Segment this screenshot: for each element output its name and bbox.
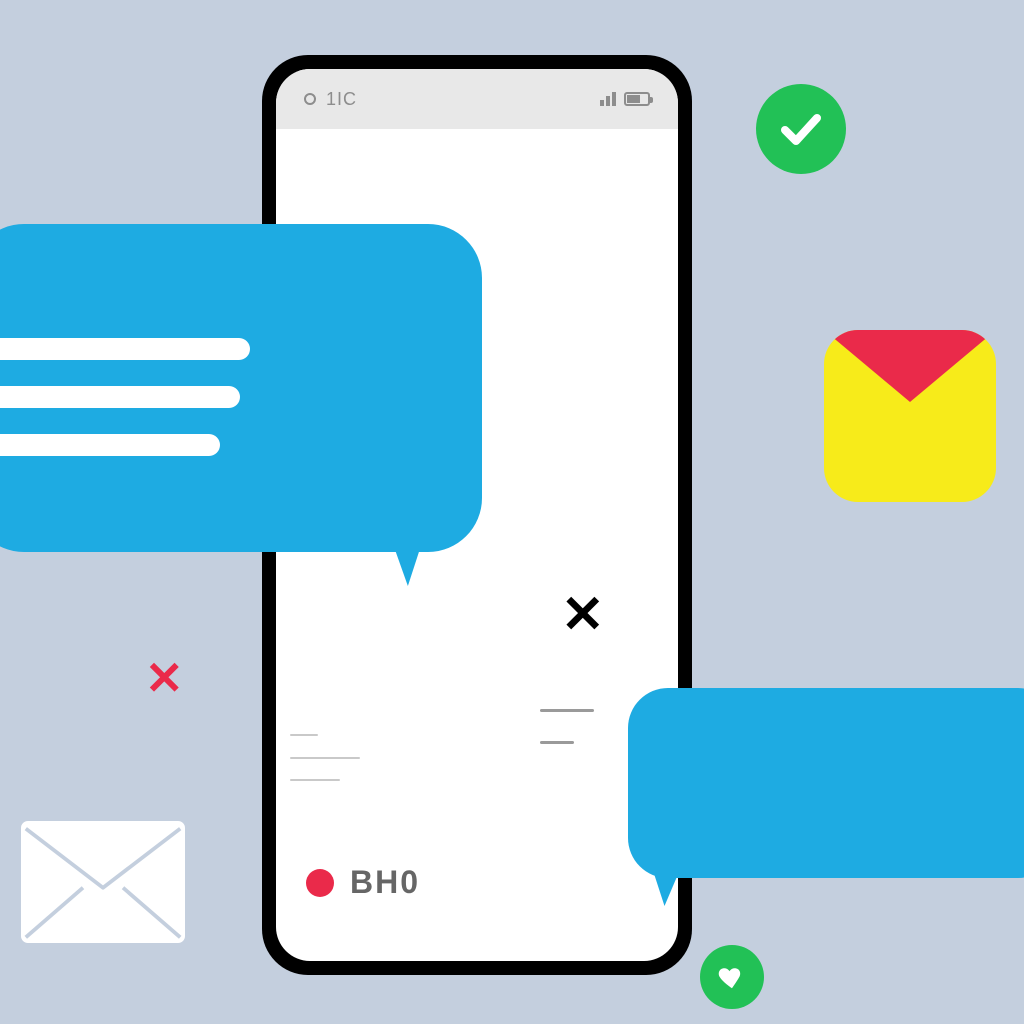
- placeholder-line: [290, 757, 360, 759]
- chat-text-line: [0, 386, 240, 408]
- status-time-label: 1IC: [326, 89, 357, 110]
- status-bar: 1IC: [276, 69, 678, 129]
- signal-icon: [600, 92, 616, 106]
- bottom-row: BH0: [306, 864, 420, 901]
- chat-text-line: [0, 434, 220, 456]
- status-circle-icon: [304, 93, 316, 105]
- mail-app-icon: [824, 330, 996, 502]
- error-x-icon: ✕: [145, 655, 184, 701]
- chat-bubble-outgoing: [0, 224, 482, 552]
- status-left: 1IC: [304, 89, 357, 110]
- status-right: [600, 92, 650, 106]
- heart-badge: [700, 945, 764, 1009]
- battery-icon: [624, 92, 650, 106]
- record-dot-icon[interactable]: [306, 869, 334, 897]
- heart-icon: [717, 962, 747, 992]
- close-icon[interactable]: ✕: [561, 589, 605, 641]
- mail-flap-icon: [824, 330, 996, 402]
- placeholder-line: [290, 734, 318, 736]
- chat-text-line: [0, 338, 250, 360]
- check-icon: [777, 105, 825, 153]
- placeholder-line: [540, 709, 594, 712]
- bottom-label: BH0: [350, 864, 420, 901]
- chat-bubble-incoming: [628, 688, 1024, 878]
- placeholder-line: [540, 741, 574, 744]
- envelope-icon: [18, 818, 188, 946]
- placeholder-line: [290, 779, 340, 781]
- check-badge: [756, 84, 846, 174]
